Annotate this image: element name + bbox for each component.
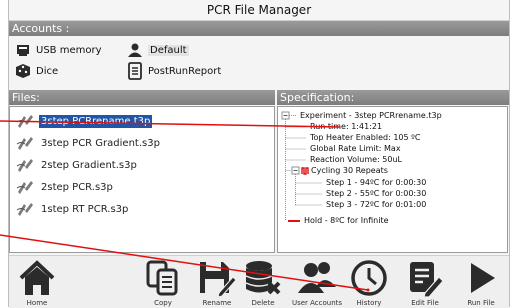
edit-file-icon [410, 262, 444, 297]
file-label: 1step RT PCR.s3p [41, 203, 129, 215]
specification-tree: Experiment - 3step PCRrename.t3p Run tim… [277, 106, 508, 253]
file-item-2step-pcr[interactable]: 2step PCR.s3p [16, 178, 115, 196]
delete-label: Delete [251, 299, 275, 307]
home-label: Home [26, 299, 48, 307]
file-item-2step-gradient[interactable]: 2step Gradient.s3p [16, 156, 139, 174]
window-title: PCR File Manager [9, 0, 509, 21]
files-header: Files: [9, 90, 275, 105]
user-icon [128, 43, 142, 57]
cycling-icon [301, 167, 309, 175]
spec-experiment: Experiment - 3step PCRrename.t3p [300, 111, 442, 120]
history-label: History [356, 299, 382, 307]
pcr-file-icon [16, 181, 33, 194]
pcr-file-icon [16, 115, 33, 128]
spec-cycling[interactable]: Cycling 30 Repeats [311, 166, 388, 175]
account-label: USB memory [36, 44, 102, 56]
report-icon [128, 62, 142, 80]
file-label: 2step PCR.s3p [41, 181, 113, 193]
home-button[interactable]: Home [9, 256, 65, 308]
bottom-toolbar: Home Copy Rename Delete User Accounts Hi… [9, 255, 509, 308]
spec-hold: Hold - 8ºC for Infinite [304, 216, 389, 225]
file-label: 3step PCRrename.t3p [39, 114, 153, 128]
play-icon [471, 263, 495, 293]
copy-icon [146, 260, 178, 296]
account-dice[interactable]: Dice [15, 61, 58, 81]
file-item-1step-rt-pcr[interactable]: 1step RT PCR.s3p [16, 200, 130, 218]
delete-button[interactable]: Delete [235, 256, 291, 308]
copy-label: Copy [154, 299, 172, 307]
spec-reaction-volume: Reaction Volume: 50uL [310, 155, 402, 164]
pcr-file-icon [16, 159, 33, 172]
copy-button[interactable]: Copy [135, 256, 191, 308]
home-icon [19, 260, 55, 295]
account-default[interactable]: Default [127, 40, 189, 60]
pcr-file-manager-window: PCR File Manager Accounts : USB memory D… [8, 0, 510, 308]
file-label: 3step PCR Gradient.s3p [41, 137, 160, 149]
usb-drive-icon [17, 45, 29, 56]
save-rename-icon [200, 262, 237, 297]
edit-file-button[interactable]: Edit File [397, 256, 453, 308]
users-icon [298, 262, 336, 293]
spec-step-1: Step 1 - 94ºC for 0:00:30 [326, 178, 427, 187]
clock-icon [351, 260, 387, 296]
edit-file-label: Edit File [411, 299, 439, 307]
account-label: Default [148, 44, 189, 56]
history-button[interactable]: History [341, 256, 397, 308]
file-list: 3step PCRrename.t3p 3step PCR Gradient.s… [9, 106, 275, 253]
user-accounts-button[interactable]: User Accounts [289, 256, 345, 308]
user-accounts-label: User Accounts [291, 299, 343, 307]
specification-header: Specification: [277, 90, 509, 105]
file-label: 2step Gradient.s3p [41, 159, 137, 171]
spec-step-3: Step 3 - 72ºC for 0:01:00 [326, 200, 427, 209]
account-label: Dice [36, 65, 59, 77]
pcr-file-icon [16, 203, 33, 216]
account-label: PostRunReport [148, 65, 222, 77]
pcr-file-icon [16, 137, 33, 150]
dice-icon [16, 64, 30, 78]
account-usb-memory[interactable]: USB memory [15, 40, 102, 60]
file-item-3step-pcr-gradient[interactable]: 3step PCR Gradient.s3p [16, 134, 162, 152]
spec-step-2: Step 2 - 55ºC for 0:00:30 [326, 189, 427, 198]
spec-rate-limit: Global Rate Limit: Max [310, 144, 401, 153]
spec-top-heater: Top Heater Enabled: 105 ºC [310, 133, 421, 142]
run-file-label: Run File [467, 299, 495, 307]
delete-database-icon [245, 261, 281, 295]
run-file-button[interactable]: Run File [453, 256, 509, 308]
spec-run-time: Run time: 1:41:21 [310, 122, 383, 131]
account-postrunreport[interactable]: PostRunReport [127, 61, 221, 81]
file-item-3step-pcrrename[interactable]: 3step PCRrename.t3p [16, 112, 153, 130]
accounts-header: Accounts : [9, 21, 509, 36]
